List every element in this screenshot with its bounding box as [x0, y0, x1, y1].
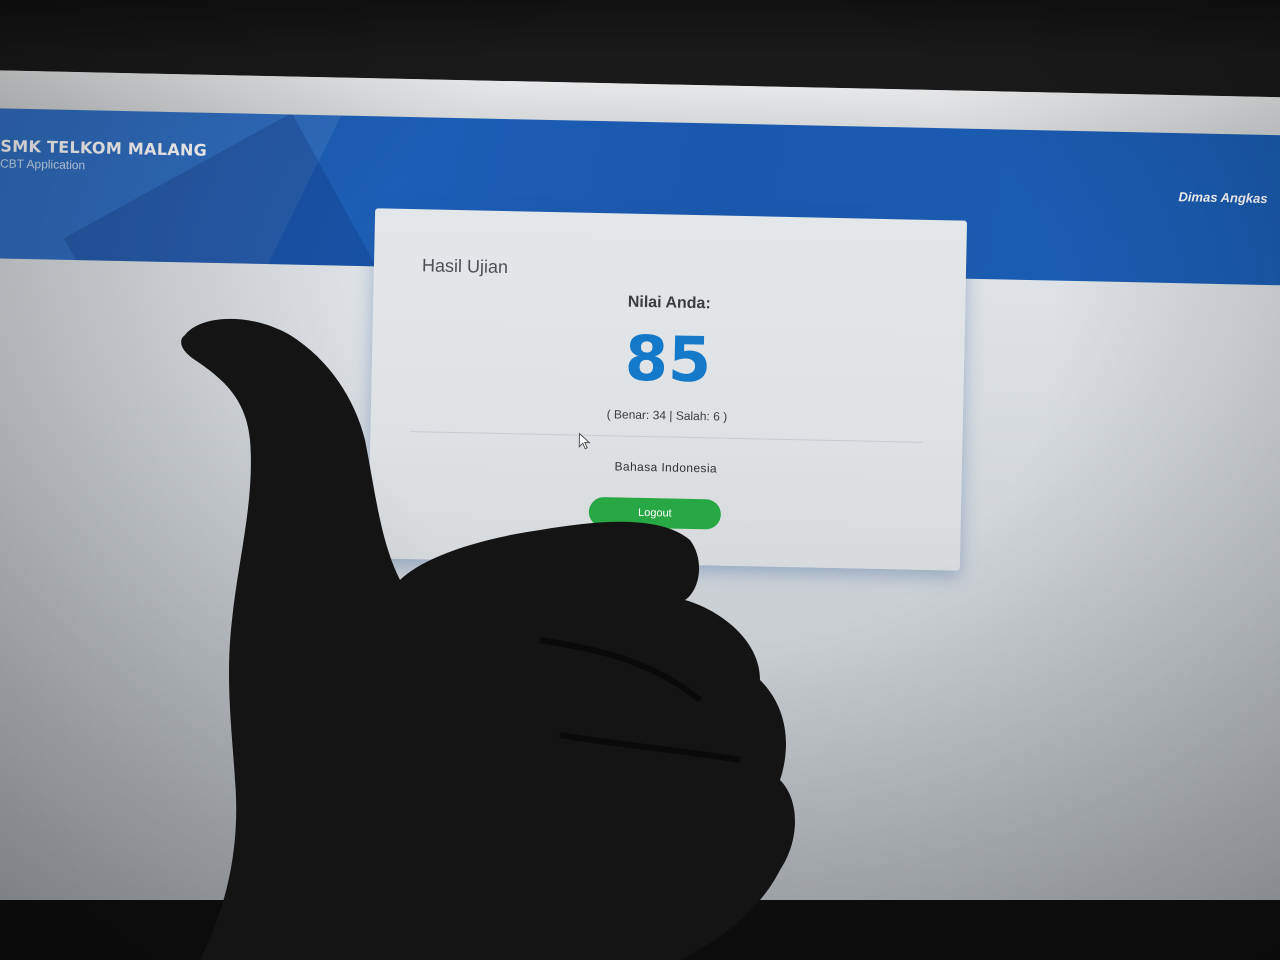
score-label: Nilai Anda: — [627, 293, 711, 313]
divider — [410, 431, 923, 443]
monitor-bezel — [0, 900, 1280, 960]
exam-result-card: Hasil Ujian Nilai Anda: 85 ( Benar: 34 |… — [367, 208, 968, 571]
mouse-pointer-icon — [578, 432, 591, 450]
subject-name: Bahasa Indonesia — [614, 459, 718, 476]
user-name[interactable]: Dimas Angkas — [1178, 189, 1267, 206]
score-value: 85 — [624, 321, 712, 397]
photo-scene: SMK TELKOM MALANG CBT Application Dimas … — [0, 0, 1280, 960]
answer-breakdown: ( Benar: 34 | Salah: 6 ) — [606, 407, 728, 424]
monitor-screen: SMK TELKOM MALANG CBT Application Dimas … — [0, 70, 1280, 938]
logout-button[interactable]: Logout — [588, 496, 722, 530]
brand: SMK TELKOM MALANG CBT Application — [0, 136, 207, 174]
card-title: Hasil Ujian — [421, 255, 509, 278]
